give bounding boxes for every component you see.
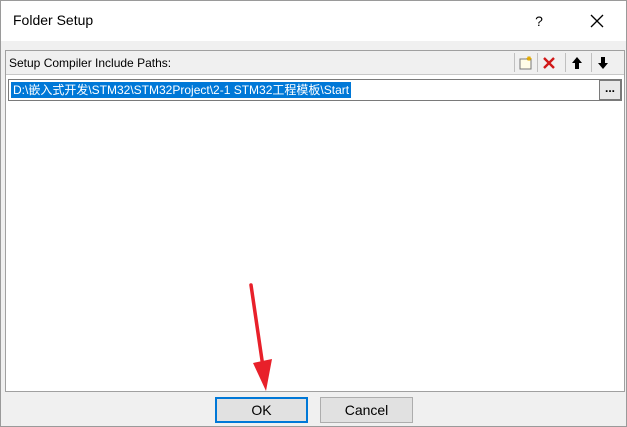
arrow-down-icon xyxy=(598,56,608,69)
include-path-row[interactable]: D:\嵌入式开发\STM32\STM32Project\2-1 STM32工程模… xyxy=(8,79,622,101)
folder-setup-dialog: Folder Setup ? Setup Compiler Include Pa… xyxy=(0,0,627,427)
arrow-up-icon xyxy=(572,56,582,69)
dialog-title: Folder Setup xyxy=(13,12,94,28)
title-bar: Folder Setup ? xyxy=(1,1,626,41)
close-button[interactable] xyxy=(575,7,619,35)
panel-header: Setup Compiler Include Paths: xyxy=(6,51,624,75)
browse-button[interactable]: ... xyxy=(599,80,621,100)
panel-label: Setup Compiler Include Paths: xyxy=(9,56,172,70)
annotation-arrow xyxy=(249,283,272,391)
move-up-button[interactable] xyxy=(565,53,588,72)
help-button[interactable]: ? xyxy=(521,7,557,35)
new-path-button[interactable] xyxy=(514,53,537,72)
close-icon xyxy=(590,14,604,28)
cancel-button[interactable]: Cancel xyxy=(320,397,413,423)
ok-button[interactable]: OK xyxy=(215,397,308,423)
include-path-value[interactable]: D:\嵌入式开发\STM32\STM32Project\2-1 STM32工程模… xyxy=(11,82,352,98)
delete-icon xyxy=(543,56,555,69)
move-down-button[interactable] xyxy=(591,53,614,72)
new-folder-icon xyxy=(519,55,532,69)
delete-path-button[interactable] xyxy=(537,53,560,72)
include-paths-panel: Setup Compiler Include Paths: D:\嵌入式开发\S… xyxy=(5,50,625,392)
